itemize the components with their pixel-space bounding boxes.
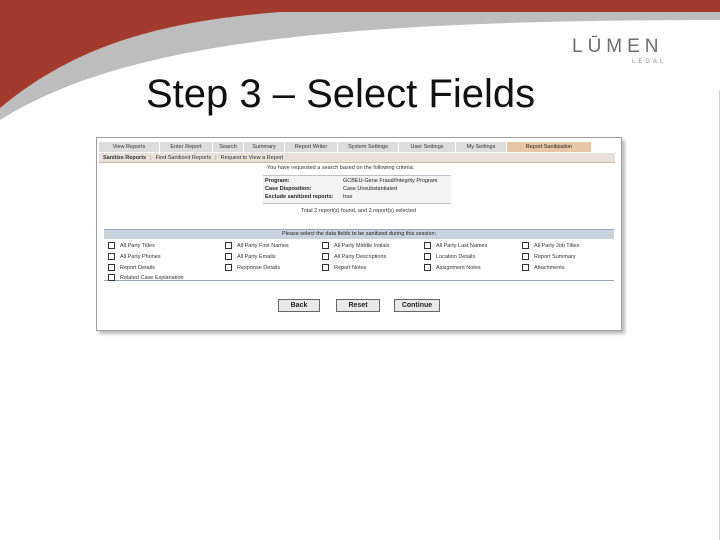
continue-button[interactable]: Continue	[394, 299, 440, 312]
checkbox[interactable]	[522, 242, 529, 249]
field-label: Location Details	[436, 253, 476, 260]
checkbox[interactable]	[424, 242, 431, 249]
checkbox[interactable]	[424, 264, 431, 271]
logo-wordmark: LŪMEN	[572, 36, 664, 57]
field-label: All Party Middle Initials	[334, 242, 390, 249]
field-option[interactable]: All Party Titles	[108, 242, 155, 249]
checkbox[interactable]	[322, 264, 329, 271]
field-label: Attachments	[534, 264, 565, 271]
field-option[interactable]: All Party Phones	[108, 253, 161, 260]
field-option[interactable]: Response Details	[225, 264, 280, 271]
field-label: All Party Emails	[237, 253, 276, 260]
field-option[interactable]: All Party Job Titles	[522, 242, 579, 249]
field-option[interactable]: Assignment Notes	[424, 264, 481, 271]
field-option[interactable]: Attachments	[522, 264, 565, 271]
logo-subtitle: LEGAL	[632, 59, 667, 65]
criteria-value: GCBEU-Gene Fraud/Integrity Program	[343, 178, 438, 184]
field-option[interactable]: All Party Last Names	[424, 242, 487, 249]
sub-navigation: Sanitize Reports | Find Sanitized Report…	[99, 153, 615, 163]
checkbox[interactable]	[108, 274, 115, 281]
tab-search[interactable]: Search	[213, 142, 244, 152]
app-screenshot: View Reports Enter Report Search Summary…	[96, 137, 622, 331]
checkbox[interactable]	[225, 264, 232, 271]
criteria-row: Case Disposition: Case Unsubstantiated	[265, 186, 397, 192]
subnav-request-view[interactable]: Request to View a Report	[217, 155, 288, 161]
field-label: Response Details	[237, 264, 281, 271]
tab-enter-report[interactable]: Enter Report	[160, 142, 213, 152]
tab-my-settings[interactable]: My Settings	[456, 142, 507, 152]
field-option[interactable]: All Party First Names	[225, 242, 289, 249]
checkbox[interactable]	[225, 242, 232, 249]
lumen-legal-logo: LŪMEN LEGAL	[572, 36, 688, 66]
field-option[interactable]: Report Details	[108, 264, 155, 271]
subnav-sanitize-reports[interactable]: Sanitize Reports	[99, 155, 150, 161]
field-option[interactable]: Report Notes	[322, 264, 366, 271]
criteria-key: Case Disposition:	[265, 186, 312, 192]
criteria-row: Exclude sanitized reports: true	[265, 194, 352, 200]
field-option[interactable]: Location Details	[424, 253, 475, 260]
field-label: Related Case Explanation	[120, 274, 184, 281]
field-label: Report Details	[120, 264, 155, 271]
checkbox[interactable]	[424, 253, 431, 260]
criteria-value: true	[343, 194, 353, 200]
slide-title: Step 3 – Select Fields	[146, 72, 536, 116]
field-label: All Party Descriptions	[334, 253, 387, 260]
criteria-summary: Program: GCBEU-Gene Fraud/Integrity Progr…	[263, 175, 451, 204]
field-label: Report Notes	[334, 264, 367, 271]
tab-system-settings[interactable]: System Settings	[338, 142, 399, 152]
checkbox[interactable]	[522, 253, 529, 260]
tab-report-writer[interactable]: Report Writer	[285, 142, 338, 152]
checkbox[interactable]	[108, 264, 115, 271]
tab-summary[interactable]: Summary	[244, 142, 285, 152]
tab-user-settings[interactable]: User Settings	[399, 142, 456, 152]
field-option[interactable]: Report Summary	[522, 253, 576, 260]
checkbox[interactable]	[322, 253, 329, 260]
field-option[interactable]: Related Case Explanation	[108, 274, 184, 281]
field-label: All Party First Names	[237, 242, 289, 249]
field-label: All Party Job Titles	[534, 242, 580, 249]
field-option[interactable]: All Party Descriptions	[322, 253, 386, 260]
checkbox[interactable]	[322, 242, 329, 249]
checkbox[interactable]	[108, 253, 115, 260]
main-tabs: View Reports Enter Report Search Summary…	[99, 142, 615, 152]
back-button[interactable]: Back	[278, 299, 320, 312]
criteria-key: Exclude sanitized reports:	[265, 194, 334, 200]
tab-view-reports[interactable]: View Reports	[99, 142, 160, 152]
field-label: Report Summary	[534, 253, 576, 260]
field-option[interactable]: All Party Emails	[225, 253, 276, 260]
field-label: Assignment Notes	[436, 264, 481, 271]
criteria-key: Program:	[265, 178, 290, 184]
criteria-row: Program: GCBEU-Gene Fraud/Integrity Progr…	[265, 178, 437, 184]
subnav-find-sanitized[interactable]: Find Sanitized Reports	[152, 155, 216, 161]
checkbox[interactable]	[225, 253, 232, 260]
reports-found-text: Total 2 report(s) found, and 2 report(s)…	[301, 208, 416, 214]
tab-report-sanitization[interactable]: Report Sanitization	[507, 142, 592, 152]
field-label: All Party Titles	[120, 242, 155, 249]
field-label: All Party Phones	[120, 253, 161, 260]
reset-button[interactable]: Reset	[336, 299, 380, 312]
fields-checkbox-group: All Party Titles All Party First Names A…	[104, 238, 614, 281]
checkbox[interactable]	[522, 264, 529, 271]
checkbox[interactable]	[108, 242, 115, 249]
field-option[interactable]: All Party Middle Initials	[322, 242, 389, 249]
field-label: All Party Last Names	[436, 242, 488, 249]
criteria-intro: You have requested a search based on the…	[267, 165, 415, 171]
criteria-value: Case Unsubstantiated	[343, 186, 398, 192]
